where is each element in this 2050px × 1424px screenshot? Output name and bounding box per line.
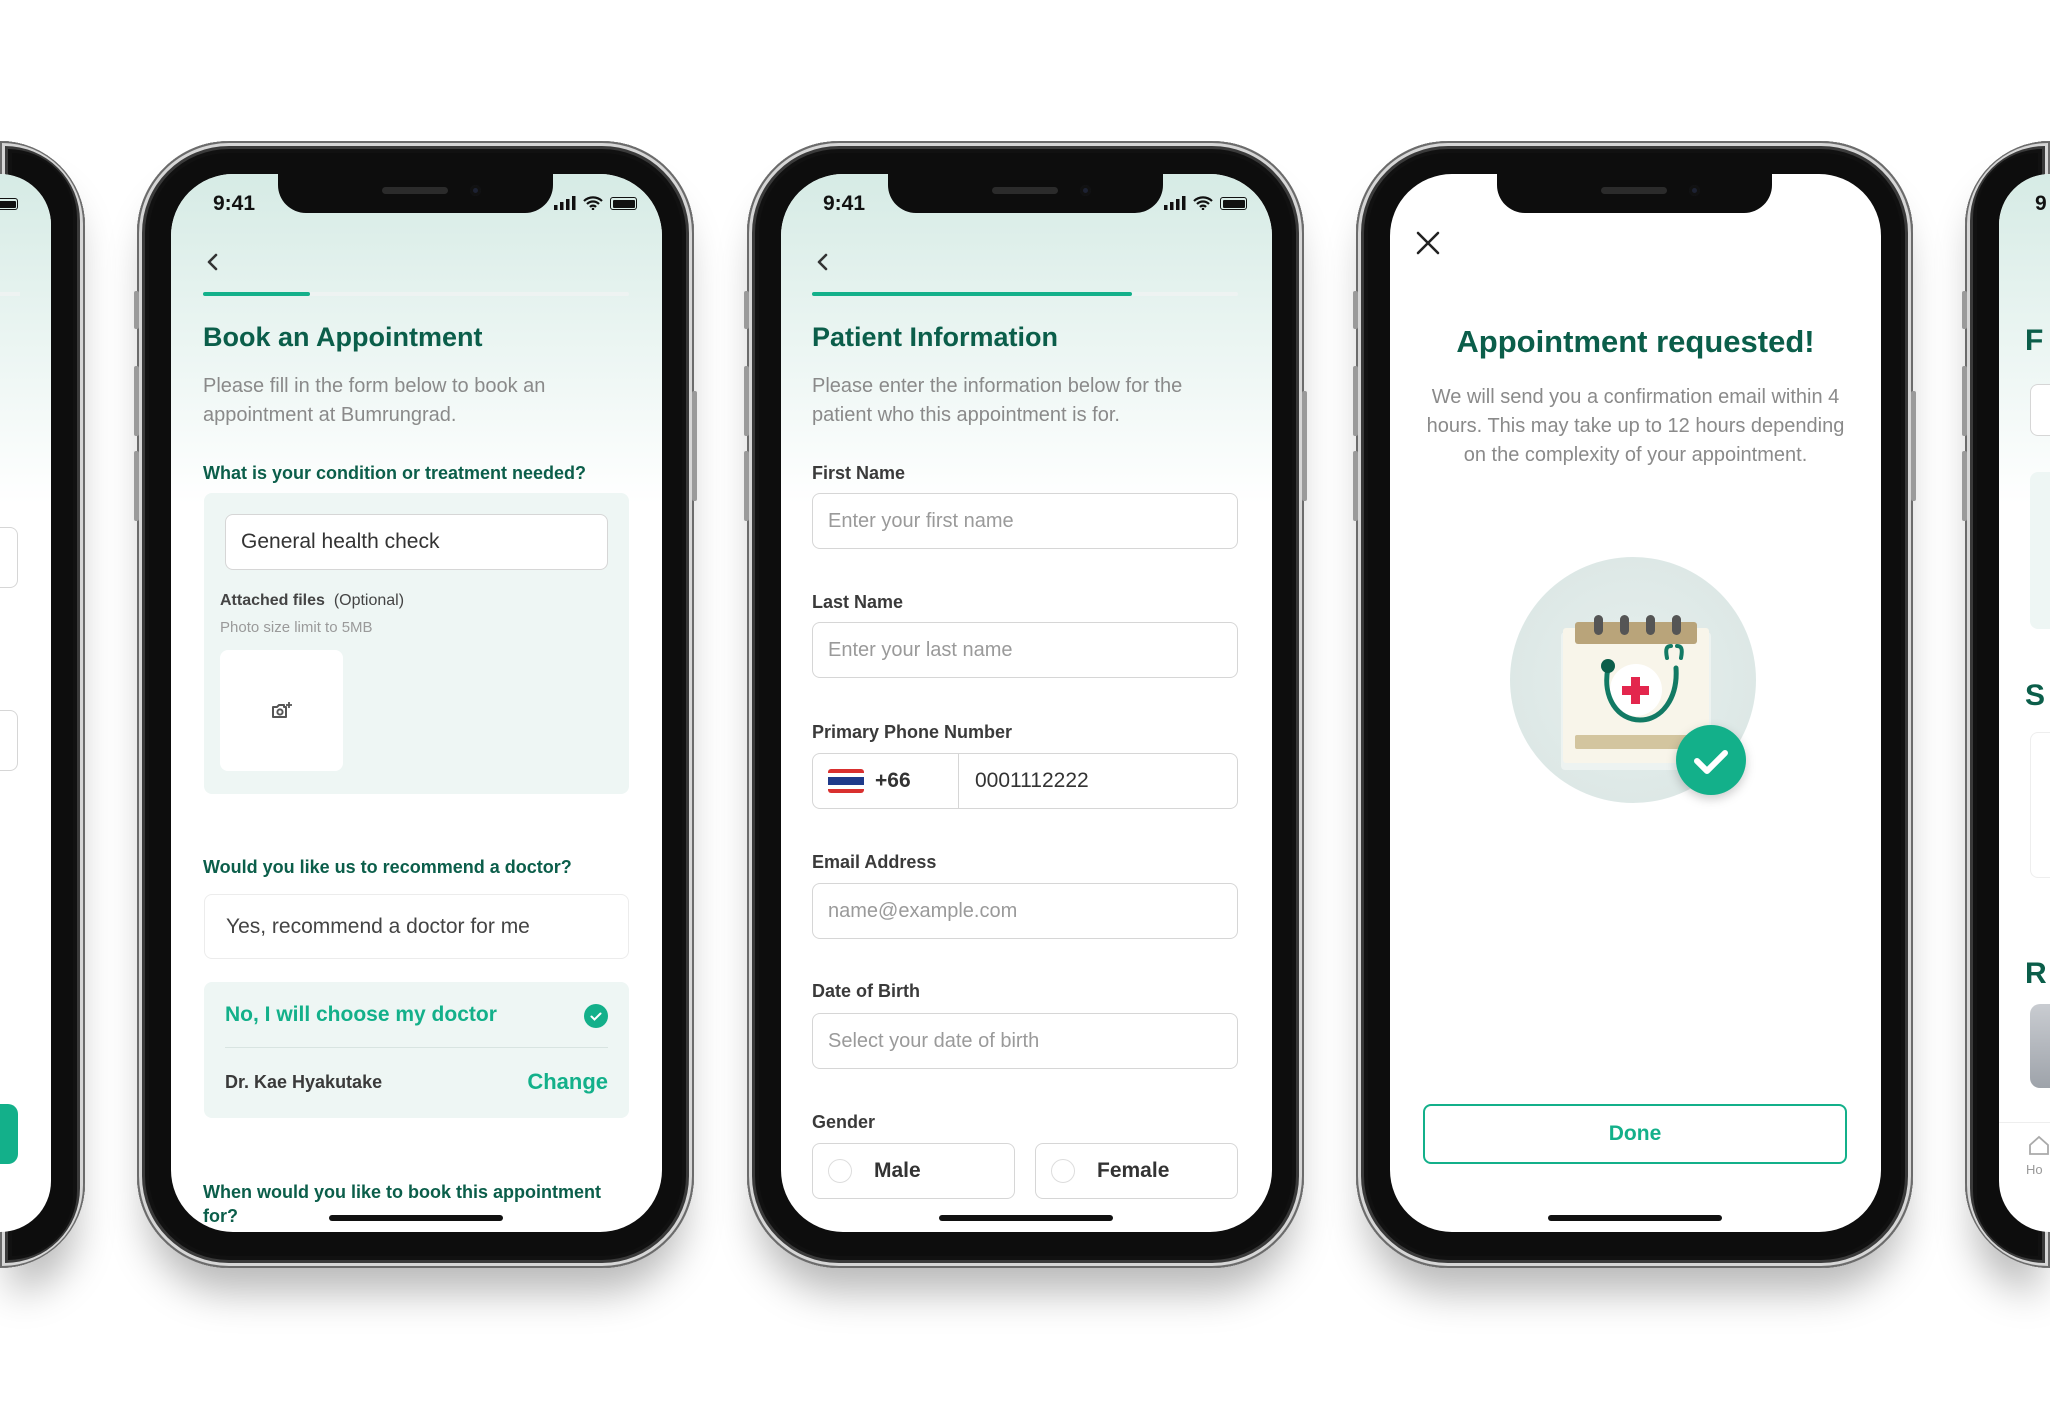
- status-icons: [554, 196, 637, 210]
- progress-bar: [203, 292, 629, 296]
- dob-label: Date of Birth: [812, 981, 920, 1001]
- last-name-label: Last Name: [812, 592, 904, 612]
- first-name-label: First Name: [812, 463, 906, 483]
- doctor-question: Would you like us to recommend a doctor?: [203, 857, 572, 877]
- screen-book-appointment: 9:41 Book an Appointment Please fill in …: [171, 174, 662, 1232]
- notch: [888, 174, 1163, 213]
- gender-male-label: Male: [874, 1159, 921, 1182]
- page-title: Appointment requested!: [1456, 324, 1815, 359]
- calendar-stethoscope-illustration: [1510, 557, 1756, 803]
- battery-icon: [610, 197, 637, 210]
- tab-home-label[interactable]: Ho: [2026, 1162, 2043, 1177]
- page-title: Book an Appointment: [203, 322, 483, 352]
- page-description: Please enter the information below for t…: [812, 375, 1183, 426]
- home-icon[interactable]: [2027, 1134, 2049, 1156]
- attached-files-label: Attached files (Optional): [220, 592, 405, 609]
- signal-icon: [554, 196, 576, 210]
- phone-frame-4: Appointment requested! We will send you …: [1353, 141, 1916, 1268]
- email-input[interactable]: name@example.com: [812, 883, 1238, 939]
- option-recommend[interactable]: Yes, recommend a doctor for me: [204, 894, 629, 959]
- home-indicator: [329, 1215, 503, 1221]
- phone-frame-5: 9 F S R Ho: [1962, 141, 2050, 1268]
- doctor-photo: [2030, 1004, 2050, 1088]
- photo-limit-text: Photo size limit to 5MB: [220, 619, 373, 636]
- camera-add-icon: [271, 701, 292, 718]
- header-gradient: [0, 174, 51, 504]
- last-name-input[interactable]: Enter your last name: [812, 622, 1238, 678]
- progress-bar: [0, 292, 20, 296]
- option-recommend-label: Yes, recommend a doctor for me: [226, 914, 530, 938]
- home-indicator: [1548, 1215, 1722, 1221]
- screen-next: 9 F S R Ho: [1999, 174, 2050, 1232]
- upload-photo-button[interactable]: [220, 650, 343, 771]
- progress-fill: [812, 292, 1132, 296]
- gender-male-radio[interactable]: Male: [812, 1143, 1015, 1199]
- country-code: +66: [875, 769, 911, 792]
- doctor-name: Dr. Kae Hyakutake: [225, 1072, 383, 1092]
- page-title: Patient Information: [812, 322, 1059, 352]
- email-label: Email Address: [812, 852, 937, 872]
- radio-circle: [1051, 1159, 1075, 1183]
- info-panel: [2030, 472, 2050, 629]
- first-name-input[interactable]: Enter your first name: [812, 493, 1238, 549]
- gender-female-label: Female: [1097, 1159, 1170, 1182]
- screen-appointment-requested: Appointment requested! We will send you …: [1390, 174, 1881, 1232]
- section-heading: S: [2025, 679, 2046, 712]
- option-choose-label: No, I will choose my doctor: [225, 1003, 497, 1026]
- progress-bar: [812, 292, 1238, 296]
- battery-icon: [0, 198, 18, 210]
- confirmation-message: We will send you a confirmation email wi…: [1426, 386, 1845, 466]
- input-field[interactable]: [0, 527, 18, 588]
- phone-number-input[interactable]: 0001112222: [959, 769, 1089, 793]
- status-icons: [1164, 196, 1247, 210]
- wifi-icon: [583, 196, 603, 210]
- search-input[interactable]: [2030, 384, 2050, 436]
- notch: [278, 174, 553, 213]
- condition-question: What is your condition or treatment need…: [203, 463, 587, 483]
- close-icon[interactable]: [1414, 229, 1442, 257]
- divider: [225, 1047, 608, 1048]
- home-indicator: [939, 1215, 1113, 1221]
- card[interactable]: [2030, 732, 2050, 878]
- tab-bar-divider: [1999, 1122, 2050, 1123]
- status-time: 9:41: [823, 192, 866, 215]
- done-button[interactable]: Done: [1423, 1104, 1847, 1164]
- phone-input-group: +66 0001112222: [812, 753, 1238, 809]
- condition-input[interactable]: General health check: [225, 514, 608, 570]
- section-heading: F: [2025, 324, 2044, 357]
- check-circle-icon: [584, 1004, 608, 1028]
- progress-fill: [203, 292, 310, 296]
- thailand-flag-icon: [828, 769, 864, 793]
- chevron-left-icon[interactable]: [809, 248, 837, 276]
- phone-frame-2: 9:41 Book an Appointment Please fill in …: [134, 141, 697, 1268]
- primary-button[interactable]: [0, 1104, 18, 1164]
- radio-circle: [828, 1159, 852, 1183]
- status-time: 9:41: [213, 192, 256, 215]
- page-description: Please fill in the form below to book an…: [203, 375, 546, 426]
- screen-previous: [0, 174, 51, 1232]
- wifi-icon: [1193, 196, 1213, 210]
- phone-frame-3: 9:41 Patient Information Please enter th…: [744, 141, 1307, 1268]
- phone-label: Primary Phone Number: [812, 722, 1013, 742]
- chevron-left-icon[interactable]: [199, 248, 227, 276]
- change-doctor-link[interactable]: Change: [527, 1069, 608, 1095]
- country-code-selector[interactable]: +66: [813, 754, 959, 808]
- dob-input[interactable]: Select your date of birth: [812, 1013, 1238, 1069]
- notch: [1497, 174, 1772, 213]
- condition-panel: General health check Attached files (Opt…: [204, 493, 629, 794]
- done-label: Done: [1608, 1122, 1662, 1145]
- battery-icon: [1220, 197, 1247, 210]
- option-choose-doctor[interactable]: No, I will choose my doctor Dr. Kae Hyak…: [204, 982, 629, 1118]
- phone-frame-1: [0, 141, 85, 1268]
- signal-icon: [1164, 196, 1186, 210]
- section-heading: R: [2025, 957, 2047, 990]
- input-field[interactable]: [0, 710, 18, 771]
- screen-patient-information: 9:41 Patient Information Please enter th…: [781, 174, 1272, 1232]
- gender-female-radio[interactable]: Female: [1035, 1143, 1238, 1199]
- gender-label: Gender: [812, 1112, 876, 1132]
- status-time: 9: [2035, 192, 2047, 215]
